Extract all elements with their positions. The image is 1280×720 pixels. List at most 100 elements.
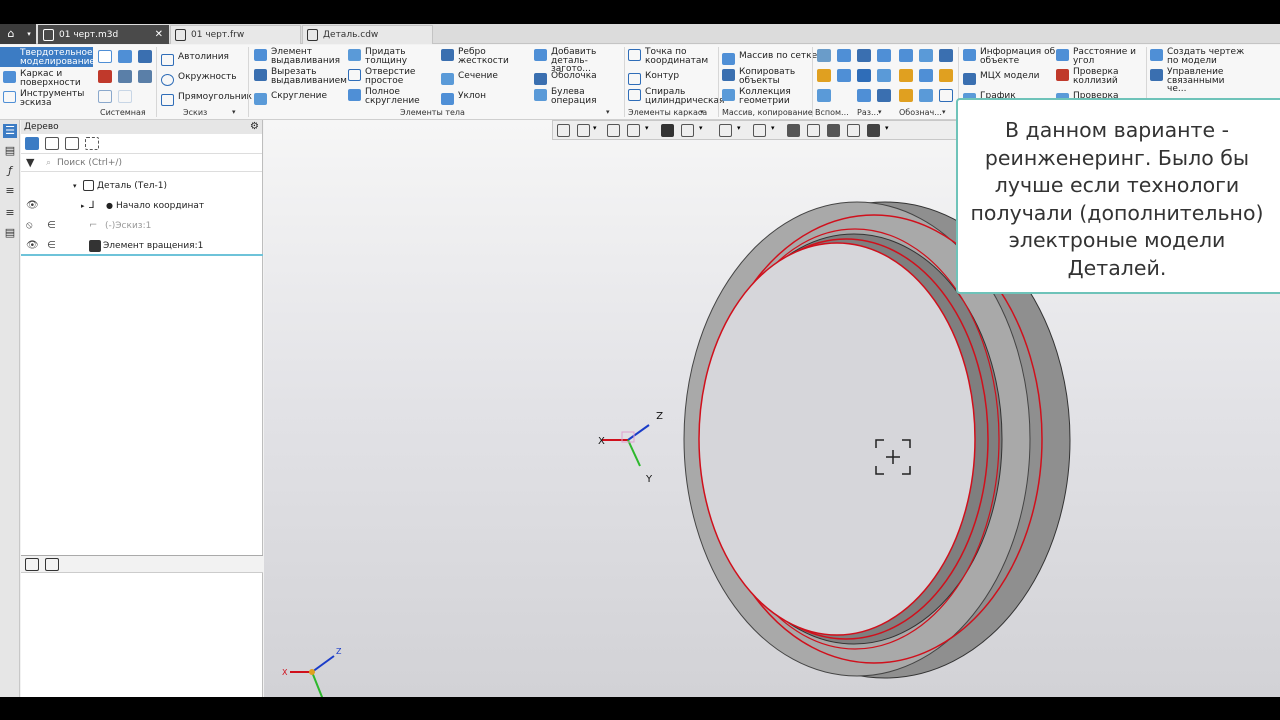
radius-dim-icon[interactable] <box>919 89 933 102</box>
object-info-button[interactable]: Информация об объекте <box>963 48 1058 65</box>
manage-linked-drawings-button[interactable]: Управление связанными че... <box>1150 68 1245 94</box>
group-dropdown-icon[interactable]: ▾ <box>606 108 610 116</box>
leader-icon[interactable] <box>939 49 953 62</box>
angle-dim-icon[interactable] <box>899 89 913 102</box>
create-drawing-button[interactable]: Создать чертеж по модели <box>1150 48 1245 65</box>
undo-icon[interactable] <box>98 90 112 103</box>
properties-icon[interactable] <box>138 70 152 83</box>
filter-view-icon[interactable] <box>65 137 79 150</box>
draft-button[interactable]: Уклон <box>441 92 486 105</box>
chevron-down-icon[interactable]: ▾ <box>73 176 77 196</box>
hidden-eye-icon[interactable]: ⦸ <box>26 216 33 236</box>
text-icon[interactable] <box>939 89 953 102</box>
chevron-right-icon[interactable]: ▸ <box>81 196 85 216</box>
shell-button[interactable]: Оболочка <box>534 72 597 85</box>
cylindrical-spiral-button[interactable]: Спираль цилиндрическая <box>628 88 724 105</box>
chevron-down-icon[interactable]: ▾ <box>22 24 36 44</box>
geometry-collection-button[interactable]: Коллекция геометрии <box>722 88 812 105</box>
save-icon[interactable] <box>138 50 152 63</box>
rectangle-button[interactable]: Прямоугольник <box>161 93 252 106</box>
include-icon[interactable]: ∈ <box>47 216 56 236</box>
group-dropdown-icon[interactable]: ▾ <box>942 108 946 116</box>
roughness-icon[interactable] <box>919 49 933 62</box>
mode-sketch-tools[interactable]: Инструменты эскиза <box>3 90 93 107</box>
point-by-coords-button[interactable]: Точка по координатам <box>628 48 718 65</box>
variables-panel-icon[interactable]: ƒ <box>3 164 17 178</box>
split-body-icon[interactable] <box>877 49 891 62</box>
tree-node-origin[interactable]: 👁 ▸ ⅃ ● Начало координат <box>21 196 263 216</box>
extrude-button[interactable]: Элемент выдавливания <box>254 48 344 65</box>
aux-lcs-icon[interactable] <box>837 69 851 82</box>
cut-extrude-button[interactable]: Вырезать выдавливанием <box>254 68 347 85</box>
thread-icon[interactable] <box>899 49 913 62</box>
model-tree-panel: Дерево ⚙ ▼ ⌕ ▾ Деталь (Тел-1) 👁 ▸ ⅃ ● На… <box>21 120 263 697</box>
aux-point-icon[interactable] <box>817 69 831 82</box>
full-fillet-button[interactable]: Полное скругление <box>348 88 428 105</box>
redo-icon[interactable] <box>118 90 132 103</box>
collision-check-button[interactable]: Проверка коллизий <box>1056 68 1146 85</box>
eye-icon[interactable]: 👁 <box>26 196 39 216</box>
aux-line-icon[interactable] <box>817 89 831 102</box>
add-blank-part-button[interactable]: Добавить деталь-загото... <box>534 48 624 74</box>
node-label: (-)Эскиз:1 <box>105 221 152 231</box>
cut-surface-icon[interactable] <box>857 69 871 82</box>
fillet-button[interactable]: Скругление <box>254 92 327 105</box>
group-dropdown-icon[interactable]: ▾ <box>700 108 704 116</box>
mirror-icon[interactable] <box>857 89 871 102</box>
tab-drawing-cdw[interactable]: Деталь.cdw <box>302 25 433 44</box>
close-document-icon[interactable] <box>98 70 112 83</box>
distance-icon <box>1056 49 1069 61</box>
structure-view-icon[interactable] <box>45 137 59 150</box>
distance-angle-button[interactable]: Расстояние и угол <box>1056 48 1146 65</box>
base-icon[interactable] <box>939 69 953 82</box>
aux-plane-icon[interactable] <box>817 49 831 62</box>
select-all-icon[interactable] <box>85 137 99 150</box>
group-dropdown-icon[interactable]: ▾ <box>878 108 882 116</box>
tree-panel-icon[interactable]: ☰ <box>3 124 17 138</box>
copy-objects-button[interactable]: Копировать объекты <box>722 68 812 85</box>
filter-icon[interactable]: ▼ <box>26 154 34 172</box>
autoline-button[interactable]: Автолиния <box>161 53 229 66</box>
list-view-icon[interactable] <box>45 558 59 571</box>
layers-panel-icon[interactable]: ≡ <box>3 184 17 198</box>
aux-axis-icon[interactable] <box>837 49 851 62</box>
tree-node-revolve[interactable]: 👁 ∈ Элемент вращения:1 <box>21 236 263 256</box>
split-icon[interactable] <box>857 49 871 62</box>
close-icon[interactable]: ✕ <box>155 26 163 44</box>
group-dropdown-icon[interactable]: ▾ <box>232 108 236 116</box>
rib-icon <box>441 49 454 61</box>
eye-icon[interactable]: 👁 <box>26 236 39 256</box>
search-input[interactable] <box>57 156 257 170</box>
rib-button[interactable]: Ребро жесткости <box>441 48 511 65</box>
boolean-button[interactable]: Булева операция <box>534 88 614 105</box>
simple-hole-button[interactable]: Отверстие простое <box>348 68 428 85</box>
open-folder-icon[interactable] <box>118 50 132 63</box>
mode-solid-modeling[interactable]: Твердотельное моделирование <box>0 47 95 67</box>
section-button[interactable]: Сечение <box>441 72 498 85</box>
tab-fragment-frw[interactable]: 01 черт.frw <box>170 25 301 44</box>
tab-part-m3d[interactable]: 01 черт.m3d ✕ <box>38 25 169 44</box>
list-panel-icon[interactable]: ≡ <box>3 206 17 220</box>
thicken-button[interactable]: Придать толщину <box>348 48 428 65</box>
include-icon[interactable]: ∈ <box>47 236 56 256</box>
mass-properties-button[interactable]: МЦХ модели <box>963 72 1039 85</box>
tree-node-sketch[interactable]: ⦸ ∈ ⌐ (-)Эскиз:1 <box>21 216 263 236</box>
contour-button[interactable]: Контур <box>628 72 679 85</box>
grid-array-button[interactable]: Массив по сетке <box>722 52 817 65</box>
trim-icon[interactable] <box>877 69 891 82</box>
mode-wireframe-surfaces[interactable]: Каркас и поверхности <box>3 70 93 87</box>
report-panel-icon[interactable]: ▤ <box>3 226 17 240</box>
circle-button[interactable]: Окружность <box>161 73 237 86</box>
tree-node-part[interactable]: ▾ Деталь (Тел-1) <box>21 176 263 196</box>
home-icon[interactable]: ⌂ <box>0 24 22 44</box>
button-label: Расстояние и угол <box>1073 47 1136 66</box>
combine-icon[interactable] <box>877 89 891 102</box>
print-icon[interactable] <box>118 70 132 83</box>
tree-view-icon[interactable] <box>25 558 39 571</box>
properties-panel-icon[interactable]: ▤ <box>3 144 17 158</box>
gear-icon[interactable]: ⚙ <box>250 120 259 134</box>
tree-view-icon[interactable] <box>25 137 39 150</box>
new-file-icon[interactable] <box>98 50 112 63</box>
dimension-icon[interactable] <box>899 69 913 82</box>
tolerance-icon[interactable] <box>919 69 933 82</box>
